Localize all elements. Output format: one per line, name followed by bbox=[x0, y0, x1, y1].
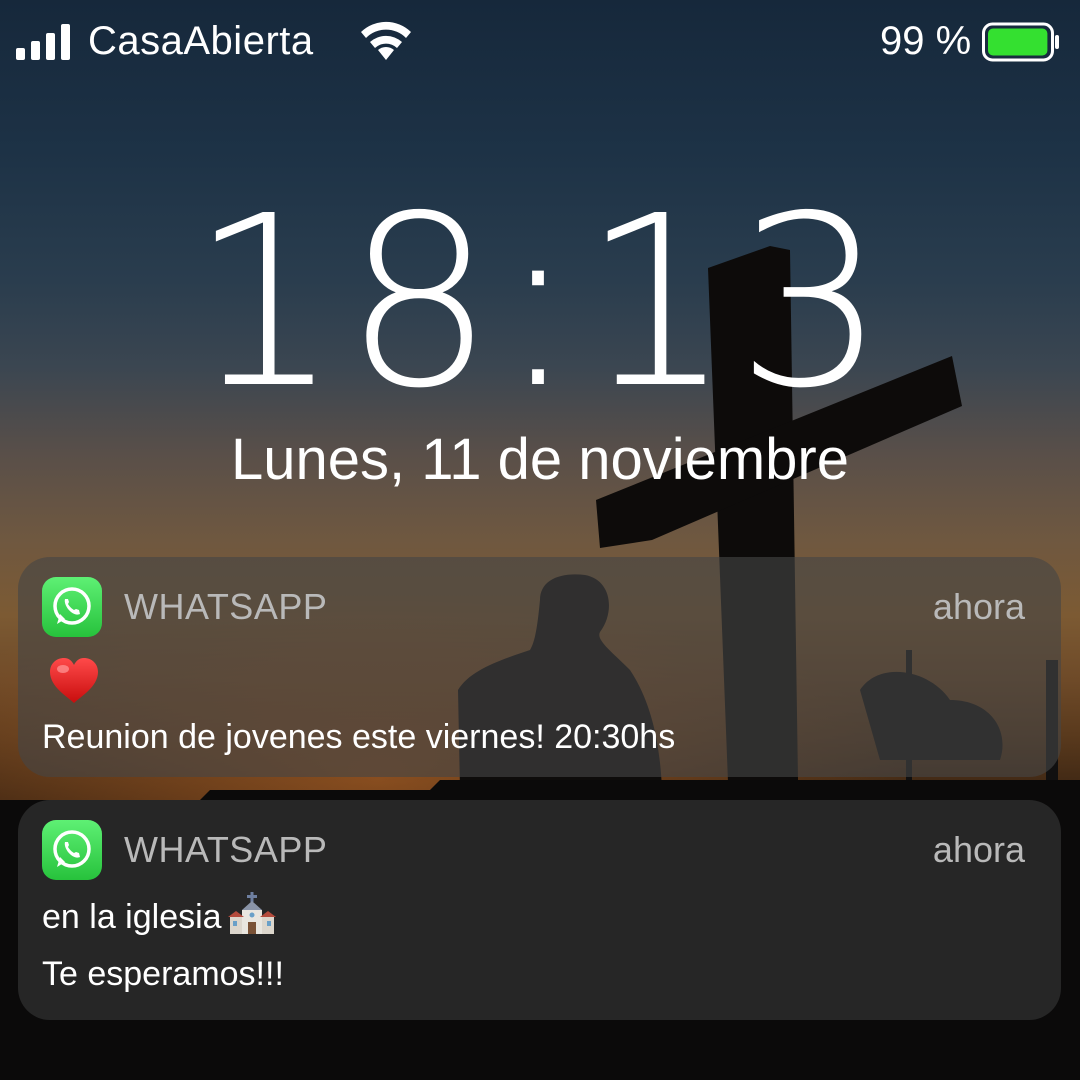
notification-app-name: WHATSAPP bbox=[124, 829, 328, 870]
notification-time: ahora bbox=[932, 829, 1025, 870]
wifi-icon bbox=[361, 21, 411, 60]
whatsapp-icon bbox=[42, 820, 102, 880]
notification-card[interactable]: WHATSAPP ahora Reunion de jovenes este v… bbox=[18, 557, 1061, 777]
signal-bars-icon bbox=[16, 24, 70, 60]
notification-app-name: WHATSAPP bbox=[124, 586, 328, 627]
church-icon bbox=[227, 892, 276, 934]
red-heart-icon bbox=[50, 658, 98, 703]
status-bar: CasaAbierta 99 % bbox=[0, 8, 1080, 68]
lock-screen-time: 18:13 bbox=[189, 165, 891, 440]
battery-level-fill bbox=[988, 28, 1048, 56]
notification-message-line: en la iglesia bbox=[42, 892, 276, 939]
notification-message: Te esperamos!!! bbox=[42, 955, 284, 993]
notification-time: ahora bbox=[932, 586, 1025, 627]
battery-percentage: 99 % bbox=[880, 19, 972, 63]
notification-message-text: en la iglesia bbox=[42, 898, 222, 936]
notification-message: Reunion de jovenes este viernes! 20:30hs bbox=[42, 718, 676, 756]
whatsapp-icon bbox=[42, 577, 102, 637]
carrier-name: CasaAbierta bbox=[88, 19, 314, 63]
notification-card[interactable]: WHATSAPP ahora en la iglesia Te esperamo… bbox=[18, 800, 1061, 1020]
lock-screen-date: Lunes, 11 de noviembre bbox=[230, 427, 849, 492]
battery-icon bbox=[982, 22, 1059, 62]
